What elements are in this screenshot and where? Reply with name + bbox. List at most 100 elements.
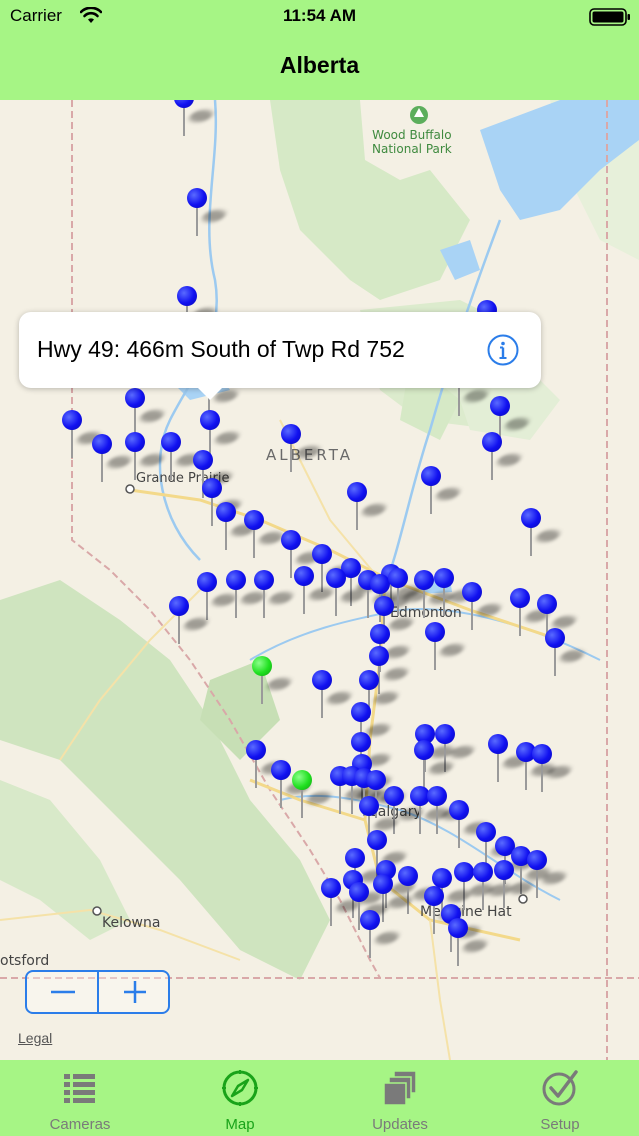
camera-pin[interactable]: [521, 508, 563, 558]
camera-pin[interactable]: [161, 432, 203, 482]
camera-pin-active[interactable]: [252, 656, 294, 706]
pin-head-icon: [369, 646, 389, 666]
map-view[interactable]: Wood Buffalo National Park ALBERTA Grand…: [0, 100, 639, 1060]
camera-pin[interactable]: [125, 388, 167, 438]
camera-pin[interactable]: [321, 878, 363, 928]
pin-head-icon: [545, 628, 565, 648]
camera-pin[interactable]: [216, 502, 258, 552]
pin-head-icon: [345, 848, 365, 868]
camera-pin[interactable]: [414, 570, 456, 620]
info-icon[interactable]: [487, 334, 519, 366]
status-bar: Carrier 11:54 AM: [0, 0, 639, 34]
camera-pin[interactable]: [448, 918, 490, 968]
pin-stem: [458, 819, 460, 848]
camera-pin[interactable]: [510, 588, 552, 638]
camera-pin[interactable]: [414, 740, 456, 790]
pin-stem: [491, 451, 493, 480]
pin-stem: [211, 497, 213, 526]
pin-head-icon: [197, 572, 217, 592]
camera-pin[interactable]: [425, 622, 467, 672]
pin-head-icon: [294, 566, 314, 586]
pin-stem: [497, 753, 499, 782]
camera-pin[interactable]: [197, 572, 239, 622]
camera-pin[interactable]: [545, 628, 587, 678]
page-title: Alberta: [279, 52, 360, 78]
pin-head-icon: [312, 670, 332, 690]
battery-icon: [589, 8, 630, 26]
pin-head-icon: [454, 862, 474, 882]
camera-pin[interactable]: [488, 734, 530, 784]
camera-pin[interactable]: [398, 866, 440, 916]
pin-head-icon: [292, 770, 312, 790]
pin-head-icon: [424, 886, 444, 906]
pin-stem: [170, 451, 172, 480]
tab-updates[interactable]: Updates: [320, 1060, 480, 1136]
camera-pin[interactable]: [312, 670, 354, 720]
pin-stem: [541, 763, 543, 792]
tab-map[interactable]: Map: [160, 1060, 320, 1136]
tab-setup[interactable]: Setup: [480, 1060, 639, 1136]
camera-pin[interactable]: [527, 850, 569, 900]
camera-pin[interactable]: [246, 740, 288, 790]
pin-head-icon: [473, 862, 493, 882]
pin-head-icon: [161, 432, 181, 452]
pin-head-icon: [254, 570, 274, 590]
pin-head-icon: [169, 596, 189, 616]
compass-icon: [222, 1070, 258, 1106]
pin-head-icon: [432, 868, 452, 888]
pin-head-icon: [448, 918, 468, 938]
camera-pin[interactable]: [473, 862, 515, 912]
camera-pin[interactable]: [125, 432, 167, 482]
camera-pin[interactable]: [271, 760, 313, 810]
camera-callout[interactable]: Hwy 49: 466m South of Twp Rd 752: [19, 312, 541, 388]
camera-pin[interactable]: [62, 410, 104, 460]
camera-pin-active[interactable]: [292, 770, 334, 820]
pin-head-icon: [193, 450, 213, 470]
camera-pin[interactable]: [174, 100, 216, 138]
tab-cameras[interactable]: Cameras: [0, 1060, 160, 1136]
pin-stem: [339, 785, 341, 814]
pin-head-icon: [434, 568, 454, 588]
stacked-squares-icon: [383, 1070, 417, 1106]
camera-pin[interactable]: [187, 188, 229, 238]
pin-stem: [290, 549, 292, 578]
pin-head-icon: [177, 286, 197, 306]
plus-icon: [124, 981, 146, 1003]
camera-pin[interactable]: [532, 744, 574, 794]
camera-pin[interactable]: [294, 566, 336, 616]
camera-pin[interactable]: [244, 510, 286, 560]
pin-stem: [71, 429, 73, 458]
camera-pin[interactable]: [462, 582, 504, 632]
zoom-in-button[interactable]: [99, 972, 169, 1012]
camera-pin[interactable]: [169, 596, 211, 646]
pin-head-icon: [388, 568, 408, 588]
tab-cameras-label: Cameras: [49, 1116, 111, 1133]
camera-pin[interactable]: [449, 800, 491, 850]
camera-pin[interactable]: [347, 482, 389, 532]
pin-stem: [351, 785, 353, 814]
camera-pin[interactable]: [494, 860, 536, 910]
zoom-out-button[interactable]: [27, 972, 97, 1012]
pin-head-icon: [271, 760, 291, 780]
camera-pin[interactable]: [92, 434, 134, 484]
camera-pin[interactable]: [254, 570, 296, 620]
pin-head-icon: [490, 396, 510, 416]
pin-stem: [525, 761, 527, 790]
pin-stem: [503, 879, 505, 908]
legal-link[interactable]: Legal: [18, 1030, 52, 1046]
pin-stem: [290, 443, 292, 472]
camera-pin[interactable]: [360, 910, 402, 960]
camera-pin[interactable]: [326, 568, 368, 618]
status-time: 11:54 AM: [282, 6, 357, 25]
callout-pointer: [196, 386, 224, 400]
camera-pin[interactable]: [421, 466, 463, 516]
camera-pin[interactable]: [281, 424, 323, 474]
pin-head-icon: [359, 796, 379, 816]
camera-pin[interactable]: [226, 570, 268, 620]
camera-pin[interactable]: [434, 568, 476, 618]
camera-pin[interactable]: [427, 786, 469, 836]
pin-head-icon: [532, 744, 552, 764]
header: Carrier 11:54 AM Alberta: [0, 0, 639, 100]
pin-head-icon: [373, 874, 393, 894]
camera-pin[interactable]: [482, 432, 524, 482]
